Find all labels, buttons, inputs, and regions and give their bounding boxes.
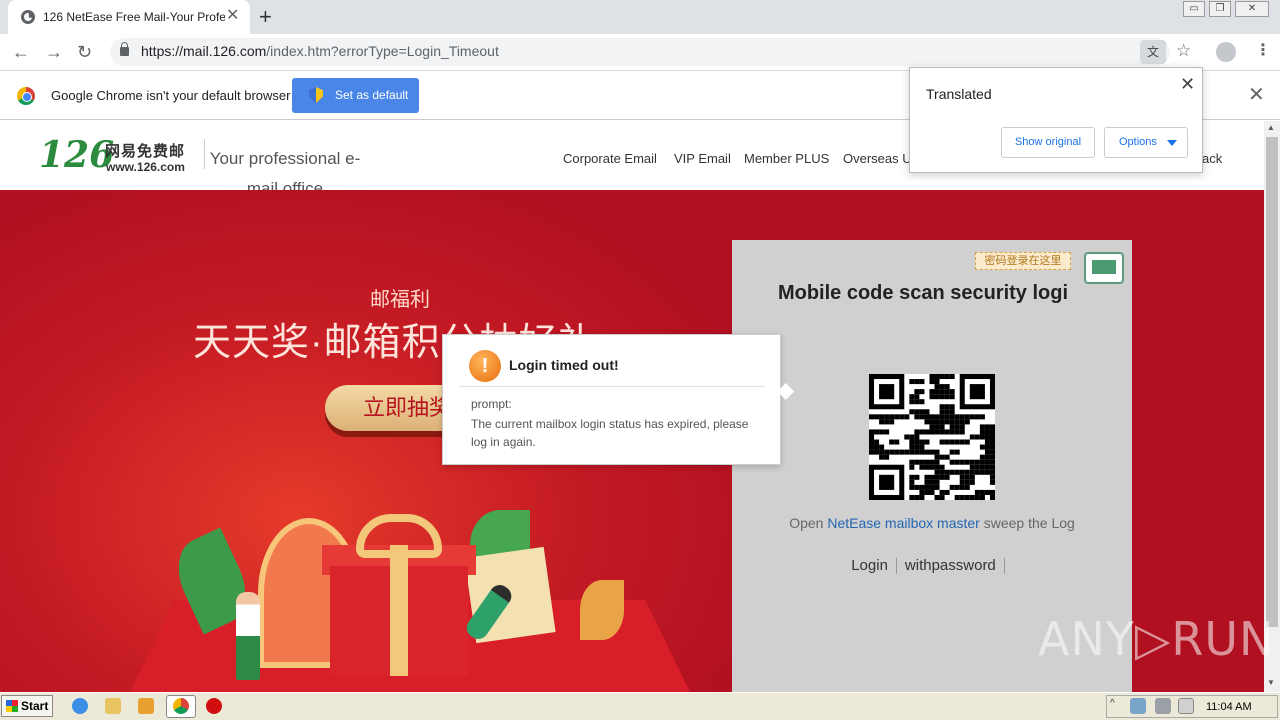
lock-icon[interactable] [120,42,129,56]
menu-kebab-icon[interactable]: ⋮ [1255,42,1271,60]
scroll-thumb[interactable] [1266,137,1278,627]
login-link[interactable]: Login [851,557,888,574]
reload-icon[interactable]: ↻ [77,41,92,63]
bookmark-star-icon[interactable]: ☆ [1176,41,1191,61]
scan-open-text: Open [789,515,824,531]
link-separator [895,558,897,575]
alert-title: Login timed out! [509,357,619,373]
infobar-message: Google Chrome isn't your default browser [51,88,291,103]
leaf-decoration [580,580,624,640]
translate-status: Translated [926,86,992,102]
login-timeout-dialog: ! Login timed out! prompt: The current m… [442,334,781,465]
action-center-flag-icon[interactable] [1178,698,1194,714]
translate-popup: Translated ✕ Show original Options [909,67,1203,173]
forward-icon[interactable]: → [45,41,63,63]
url-path: /index.htm?errorType=Login_Timeout [266,43,499,59]
new-tab-button[interactable]: + [259,4,272,30]
infobar-close-icon[interactable]: ✕ [1248,85,1265,105]
qr-code [869,374,995,500]
start-label: Start [21,699,49,713]
nav-overseas[interactable]: Overseas U [843,151,912,166]
back-icon[interactable]: ← [12,41,30,63]
network-icon[interactable] [1130,698,1146,714]
logo-chinese-text: 网易免费邮 [105,143,186,160]
logo-domain-text: www.126.com [106,160,185,174]
warning-icon: ! [469,350,501,382]
scroll-down-icon[interactable]: ▼ [1267,678,1275,687]
translate-icon[interactable]: 文 [1140,40,1166,64]
set-as-default-button[interactable]: Set as default [292,78,419,113]
scan-instructions: Open NetEase mailbox master sweep the Lo… [732,515,1132,531]
scroll-up-icon[interactable]: ▲ [1267,123,1275,132]
chrome-logo-icon [17,87,35,105]
anyrun-watermark: ANY▷RUN [1038,612,1275,666]
translate-options-button[interactable]: Options [1104,127,1188,158]
explorer-folder-icon[interactable] [105,698,121,714]
password-login-link[interactable]: withpassword [905,557,996,574]
media-player-icon[interactable] [138,698,154,714]
url-text[interactable]: https://mail.126.com/index.htm?errorType… [141,43,499,59]
minimize-button[interactable]: ▭ [1183,1,1205,17]
start-button[interactable]: Start [1,695,53,717]
set-as-default-label: Set as default [335,88,409,102]
windows-flag-icon [6,700,18,712]
restore-button[interactable]: ❐ [1209,1,1231,17]
address-bar[interactable]: https://mail.126.com/index.htm?errorType… [110,38,1191,66]
profile-avatar[interactable] [1216,42,1236,62]
login-links: Login withpassword [732,557,1132,575]
show-original-button[interactable]: Show original [1001,127,1095,158]
internet-explorer-icon[interactable] [72,698,88,714]
scan-suffix-text: sweep the Log [983,515,1075,531]
taskbar-clock[interactable]: 11:04 AM [1206,701,1252,713]
promo-subtitle: 邮福利 [370,289,430,311]
tab-close-icon[interactable]: ✕ [226,8,239,24]
nav-member-plus[interactable]: Member PLUS [744,151,829,166]
password-login-hint[interactable]: 密码登录在这里 [975,252,1071,270]
gift-ribbon [390,545,408,676]
person-illustration [236,592,260,680]
translate-close-icon[interactable]: ✕ [1180,75,1195,93]
browser-tab[interactable]: 126 NetEase Free Mail-Your Professional … [8,0,250,34]
scan-title: Mobile code scan security logi [777,282,1069,304]
stop-sign-icon[interactable] [206,698,222,714]
chrome-icon [173,698,189,714]
alert-message: The current mailbox login status has exp… [471,417,749,449]
alert-divider [459,386,765,387]
globe-icon [21,10,35,24]
uac-shield-icon [309,87,323,103]
logo-126[interactable]: 126 [39,133,114,177]
nav-corporate-email[interactable]: Corporate Email [563,151,657,166]
app-name-link[interactable]: NetEase mailbox master [827,515,980,531]
close-window-button[interactable]: ✕ [1235,1,1269,17]
pc-login-toggle-icon[interactable] [1084,252,1124,284]
page-scrollbar[interactable]: ▲ ▼ [1264,121,1280,692]
url-host: https://mail.126.com [141,43,267,59]
link-separator [1003,558,1005,575]
nav-feedback[interactable]: ack [1202,151,1222,166]
nav-vip-email[interactable]: VIP Email [674,151,731,166]
volume-icon[interactable] [1155,698,1171,714]
alert-prompt-label: prompt: [471,397,512,411]
tab-title: 126 NetEase Free Mail-Your Professional … [43,10,225,24]
tray-expand-icon[interactable]: ^ [1110,698,1120,714]
